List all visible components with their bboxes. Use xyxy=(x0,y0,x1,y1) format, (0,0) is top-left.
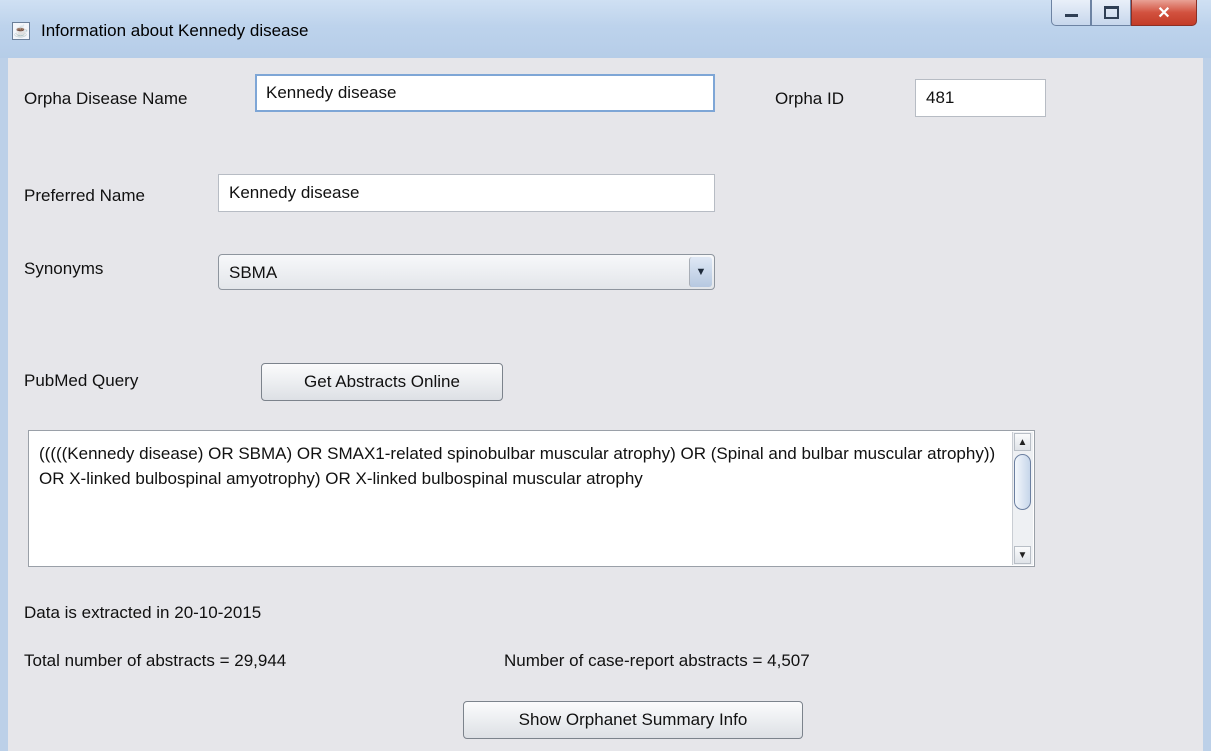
extraction-date-text: Data is extracted in 20-10-2015 xyxy=(24,603,262,622)
window-controls: ✕ xyxy=(1051,0,1197,30)
maximize-icon xyxy=(1103,6,1119,19)
synonyms-label: Synonyms xyxy=(24,259,104,278)
java-cup-icon: ☕ xyxy=(12,22,30,40)
minimize-button[interactable] xyxy=(1051,0,1091,26)
synonyms-dropdown[interactable]: SBMA ▼ xyxy=(218,254,715,290)
show-orphanet-summary-button[interactable]: Show Orphanet Summary Info xyxy=(463,701,803,739)
synonyms-selected-value: SBMA xyxy=(229,263,278,282)
get-abstracts-online-button[interactable]: Get Abstracts Online xyxy=(261,363,503,401)
scroll-thumb[interactable] xyxy=(1014,454,1031,510)
preferred-name-label: Preferred Name xyxy=(24,186,145,205)
pubmed-query-textarea[interactable]: (((((Kennedy disease) OR SBMA) OR SMAX1-… xyxy=(28,430,1035,567)
preferred-name-field[interactable]: Kennedy disease xyxy=(218,174,715,212)
main-panel: Orpha Disease Name Kennedy disease Orpha… xyxy=(8,58,1203,751)
orpha-disease-name-field[interactable]: Kennedy disease xyxy=(255,74,715,112)
query-scrollbar[interactable]: ▲ ▼ xyxy=(1012,432,1033,565)
window-titlebar[interactable]: ☕ Information about Kennedy disease ✕ xyxy=(0,0,1211,58)
scroll-up-icon[interactable]: ▲ xyxy=(1014,433,1031,451)
minimize-icon xyxy=(1064,14,1078,17)
orpha-id-field[interactable]: 481 xyxy=(915,79,1046,117)
maximize-button[interactable] xyxy=(1091,0,1131,26)
case-report-abstracts-text: Number of case-report abstracts = 4,507 xyxy=(504,651,810,670)
close-button[interactable]: ✕ xyxy=(1131,0,1197,26)
pubmed-query-label: PubMed Query xyxy=(24,371,139,390)
total-abstracts-text: Total number of abstracts = 29,944 xyxy=(24,651,287,670)
scroll-down-icon[interactable]: ▼ xyxy=(1014,546,1031,564)
orpha-id-label: Orpha ID xyxy=(775,89,844,108)
orpha-disease-name-label: Orpha Disease Name xyxy=(24,89,188,108)
chevron-down-icon[interactable]: ▼ xyxy=(689,257,712,287)
window-title: Information about Kennedy disease xyxy=(41,21,309,40)
close-icon: ✕ xyxy=(1157,4,1171,22)
pubmed-query-text[interactable]: (((((Kennedy disease) OR SBMA) OR SMAX1-… xyxy=(39,441,1024,491)
